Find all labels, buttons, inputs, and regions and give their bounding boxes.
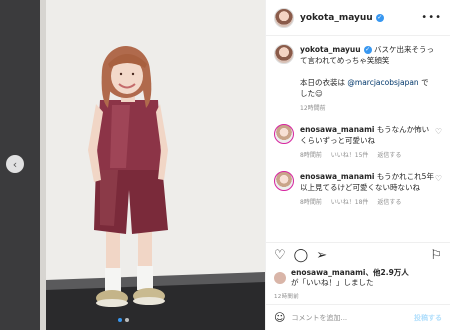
comment-likes[interactable]: いいね！15件 xyxy=(331,152,369,159)
mention-link[interactable]: @marcjacobsjapan xyxy=(347,78,418,87)
heart-icon[interactable]: ♡ xyxy=(435,174,442,183)
caption-time: 12時間前 xyxy=(300,105,326,112)
photo-illustration xyxy=(0,0,265,330)
carousel-dot xyxy=(125,318,129,322)
likes-summary: enosawa_manami、他2.9万人 が「いいね！」しました xyxy=(266,268,450,288)
caption: yokota_mayuu ✓ バスケ出来そうって言われてめっちゃ笑顔笑 本日の衣装… xyxy=(274,44,442,114)
comment-time: 8時間前 xyxy=(300,199,322,206)
avatar[interactable] xyxy=(274,124,294,144)
comment-meta: 8時間前 いいね！15件 返信する xyxy=(300,150,435,161)
bookmark-icon[interactable]: ⚐ xyxy=(430,249,442,262)
likes-username[interactable]: enosawa_manami xyxy=(291,268,366,277)
avatar[interactable] xyxy=(274,44,294,64)
post-date: 12時間前 xyxy=(274,294,299,300)
post-button[interactable]: 投稿する xyxy=(414,313,442,323)
comment-item: enosawa_manami もうかれこれ5年以上見てるけど可愛くない時ないね … xyxy=(274,171,442,208)
post-header: yokota_mayuu ✓ ••• xyxy=(266,0,450,36)
reply-button[interactable]: 返信する xyxy=(377,152,401,159)
carousel-dots xyxy=(118,318,129,322)
verified-badge-icon: ✓ xyxy=(375,13,384,22)
comment-likes[interactable]: いいね！18件 xyxy=(331,199,369,206)
caption-username[interactable]: yokota_mayuu xyxy=(300,45,361,54)
add-comment-bar: ☺ コメントを追加... 投稿する xyxy=(266,304,450,330)
reply-button[interactable]: 返信する xyxy=(377,199,401,206)
caption-body: yokota_mayuu ✓ バスケ出来そうって言われてめっちゃ笑顔笑 本日の衣装… xyxy=(300,44,435,114)
avatar xyxy=(274,272,286,284)
post-photo[interactable]: ‹ xyxy=(0,0,265,330)
likes-suffix: が「いいね！」しました xyxy=(291,278,374,287)
chevron-left-icon[interactable]: ‹ xyxy=(6,155,24,173)
likes-count[interactable]: 、他2.9万人 xyxy=(366,268,409,277)
avatar[interactable] xyxy=(274,7,294,28)
comment-meta: 8時間前 いいね！18件 返信する xyxy=(300,197,435,208)
instagram-post: ‹ yokota_mayuu ✓ ••• yokota_mayuu ✓ バスケ出来そ… xyxy=(0,0,450,330)
comment-input[interactable]: コメントを追加... xyxy=(291,313,347,323)
comment-username[interactable]: enosawa_manami xyxy=(300,125,375,134)
comment-time: 8時間前 xyxy=(300,152,322,159)
heart-icon[interactable]: ♡ xyxy=(435,127,442,136)
share-icon[interactable]: ➢ xyxy=(316,249,327,262)
post-panel: yokota_mayuu ✓ ••• yokota_mayuu ✓ バスケ出来そうっ… xyxy=(265,0,450,330)
comment-body: enosawa_manami もうかれこれ5年以上見てるけど可愛くない時ないね … xyxy=(300,171,435,208)
heart-icon[interactable]: ♡ xyxy=(274,249,286,262)
avatar[interactable] xyxy=(274,171,294,191)
comment-icon[interactable]: ◯ xyxy=(294,249,309,262)
caption-meta: 12時間前 xyxy=(300,103,435,114)
caption-text-2: 本日の衣装は xyxy=(300,78,348,87)
header-username[interactable]: yokota_mayuu ✓ xyxy=(300,13,384,23)
comments-list: yokota_mayuu ✓ バスケ出来そうって言われてめっちゃ笑顔笑 本日の衣装… xyxy=(266,36,450,242)
verified-badge-icon: ✓ xyxy=(363,46,372,54)
comment-body: enosawa_manami もうなんか怖いくらいずっと可愛いね 8時間前 いい… xyxy=(300,124,435,161)
carousel-dot xyxy=(118,318,122,322)
emoji-icon[interactable]: ☺ xyxy=(274,311,285,324)
comment-item: enosawa_manami もうなんか怖いくらいずっと可愛いね 8時間前 いい… xyxy=(274,124,442,161)
comment-username[interactable]: enosawa_manami xyxy=(300,172,375,181)
more-dots-icon[interactable]: ••• xyxy=(421,12,442,23)
action-bar: ♡ ◯ ➢ ⚐ xyxy=(266,242,450,268)
likes-text: enosawa_manami、他2.9万人 が「いいね！」しました xyxy=(291,268,409,288)
